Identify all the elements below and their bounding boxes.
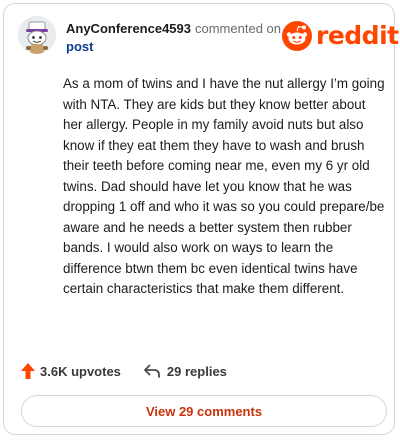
comment-card: AnyConference4593 commented on post redd…	[3, 3, 399, 435]
user-avatar[interactable]	[18, 16, 56, 54]
snoo-avatar-icon	[18, 16, 56, 54]
reddit-logo[interactable]: reddit	[282, 21, 399, 51]
replies-button[interactable]: 29 replies	[143, 363, 227, 379]
upvotes-count: 3.6K upvotes	[40, 363, 121, 379]
upvote-button[interactable]: 3.6K upvotes	[21, 363, 121, 379]
comment-actions: 3.6K upvotes 29 replies	[21, 361, 227, 381]
post-link[interactable]: post	[66, 39, 93, 54]
commented-on-text: commented on	[195, 21, 281, 36]
comment-username[interactable]: AnyConference4593	[66, 21, 191, 36]
reddit-snoo-icon	[282, 21, 312, 51]
upvote-arrow-icon	[21, 363, 35, 379]
reddit-wordmark: reddit	[316, 21, 399, 50]
replies-count: 29 replies	[166, 363, 227, 379]
view-comments-button[interactable]: View 29 comments	[21, 395, 387, 427]
reply-arrow-icon	[144, 364, 160, 378]
comment-body: As a mom of twins and I have the nut all…	[63, 76, 385, 296]
